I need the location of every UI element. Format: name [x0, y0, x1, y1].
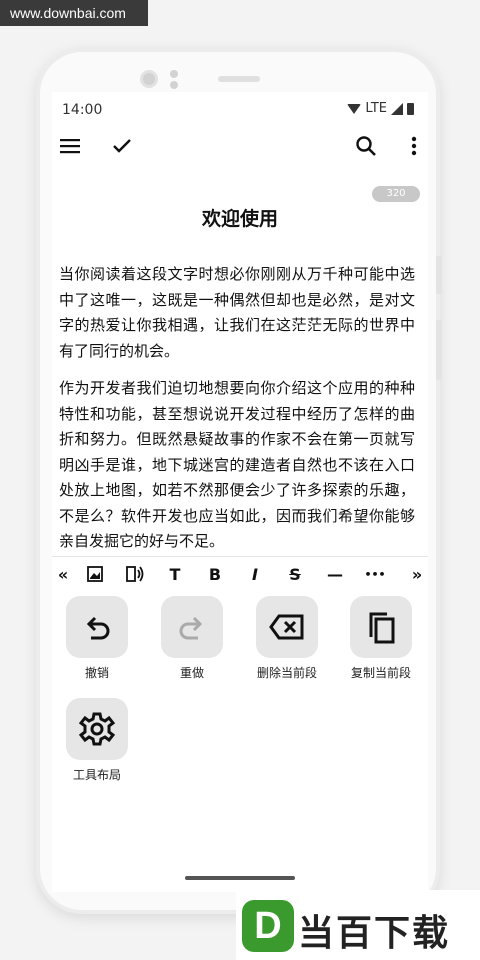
logo-letter: D — [242, 900, 294, 952]
phone-side-button — [436, 256, 442, 294]
collapse-icon[interactable]: « — [52, 563, 74, 585]
status-bar: 14:00 LTE — [62, 100, 414, 120]
status-time: 14:00 — [62, 102, 103, 118]
expand-icon[interactable]: » — [406, 563, 428, 585]
text-size-icon[interactable]: T — [164, 563, 186, 585]
watermark-site-url: www.downbai.com — [0, 0, 148, 26]
tool-layout-button[interactable]: 工具布局 — [52, 698, 142, 783]
delete-paragraph-button[interactable]: 删除当前段 — [242, 596, 332, 681]
watermark-logo: D 当百下载 — [236, 890, 480, 960]
redo-icon — [161, 596, 223, 658]
menu-icon[interactable] — [56, 132, 84, 160]
wifi-icon — [347, 103, 362, 114]
undo-button[interactable]: 撤销 — [52, 596, 142, 681]
more-icon[interactable]: ••• — [364, 563, 386, 585]
status-icons: LTE — [347, 101, 414, 116]
cellular-signal-icon — [391, 102, 403, 115]
undo-icon — [66, 596, 128, 658]
top-app-bar — [52, 132, 428, 162]
battery-icon — [407, 102, 414, 115]
app-screen: 14:00 LTE 320 欢迎使用 当你阅读着这段文字时想必你刚刚从万千种可能… — [52, 92, 428, 892]
voice-input-icon[interactable] — [124, 563, 146, 585]
gesture-home-bar[interactable] — [185, 876, 295, 880]
document-title[interactable]: 欢迎使用 — [52, 204, 428, 231]
image-icon[interactable] — [84, 563, 106, 585]
search-icon[interactable] — [352, 132, 380, 160]
tool-label: 复制当前段 — [350, 666, 411, 680]
sensor-dot — [170, 70, 178, 78]
strikethrough-icon[interactable]: S — [284, 563, 306, 585]
tool-label: 删除当前段 — [256, 666, 317, 680]
bold-icon[interactable]: B — [204, 563, 226, 585]
tool-label: 工具布局 — [72, 768, 121, 782]
check-icon[interactable] — [108, 132, 136, 160]
phone-volume-button — [436, 320, 442, 380]
paragraph[interactable]: 当你阅读着这段文字时想必你刚刚从万千种可能中选中了这唯一，这既是一种偶然但却也是… — [59, 262, 415, 364]
format-toolbar: « T B I S — ••• » — [52, 556, 428, 590]
more-vert-icon[interactable] — [400, 132, 428, 160]
char-count-badge: 320 — [372, 186, 420, 202]
copy-paragraph-button[interactable]: 复制当前段 — [336, 596, 426, 681]
redo-button[interactable]: 重做 — [147, 596, 237, 681]
front-camera — [140, 70, 158, 88]
italic-icon[interactable]: I — [244, 563, 266, 585]
backspace-icon — [256, 596, 318, 658]
horizontal-rule-icon[interactable]: — — [324, 563, 346, 585]
tool-label: 撤销 — [84, 666, 109, 680]
tool-label: 重做 — [179, 666, 204, 680]
logo-text: 当百下载 — [298, 913, 451, 954]
sensor-dot — [170, 81, 178, 89]
network-type: LTE — [365, 101, 387, 116]
gear-icon — [66, 698, 128, 760]
copy-icon — [350, 596, 412, 658]
earpiece-speaker — [218, 76, 260, 82]
paragraph[interactable]: 作为开发者我们迫切地想要向你介绍这个应用的种种特性和功能，甚至想说说开发过程中经… — [59, 376, 415, 555]
